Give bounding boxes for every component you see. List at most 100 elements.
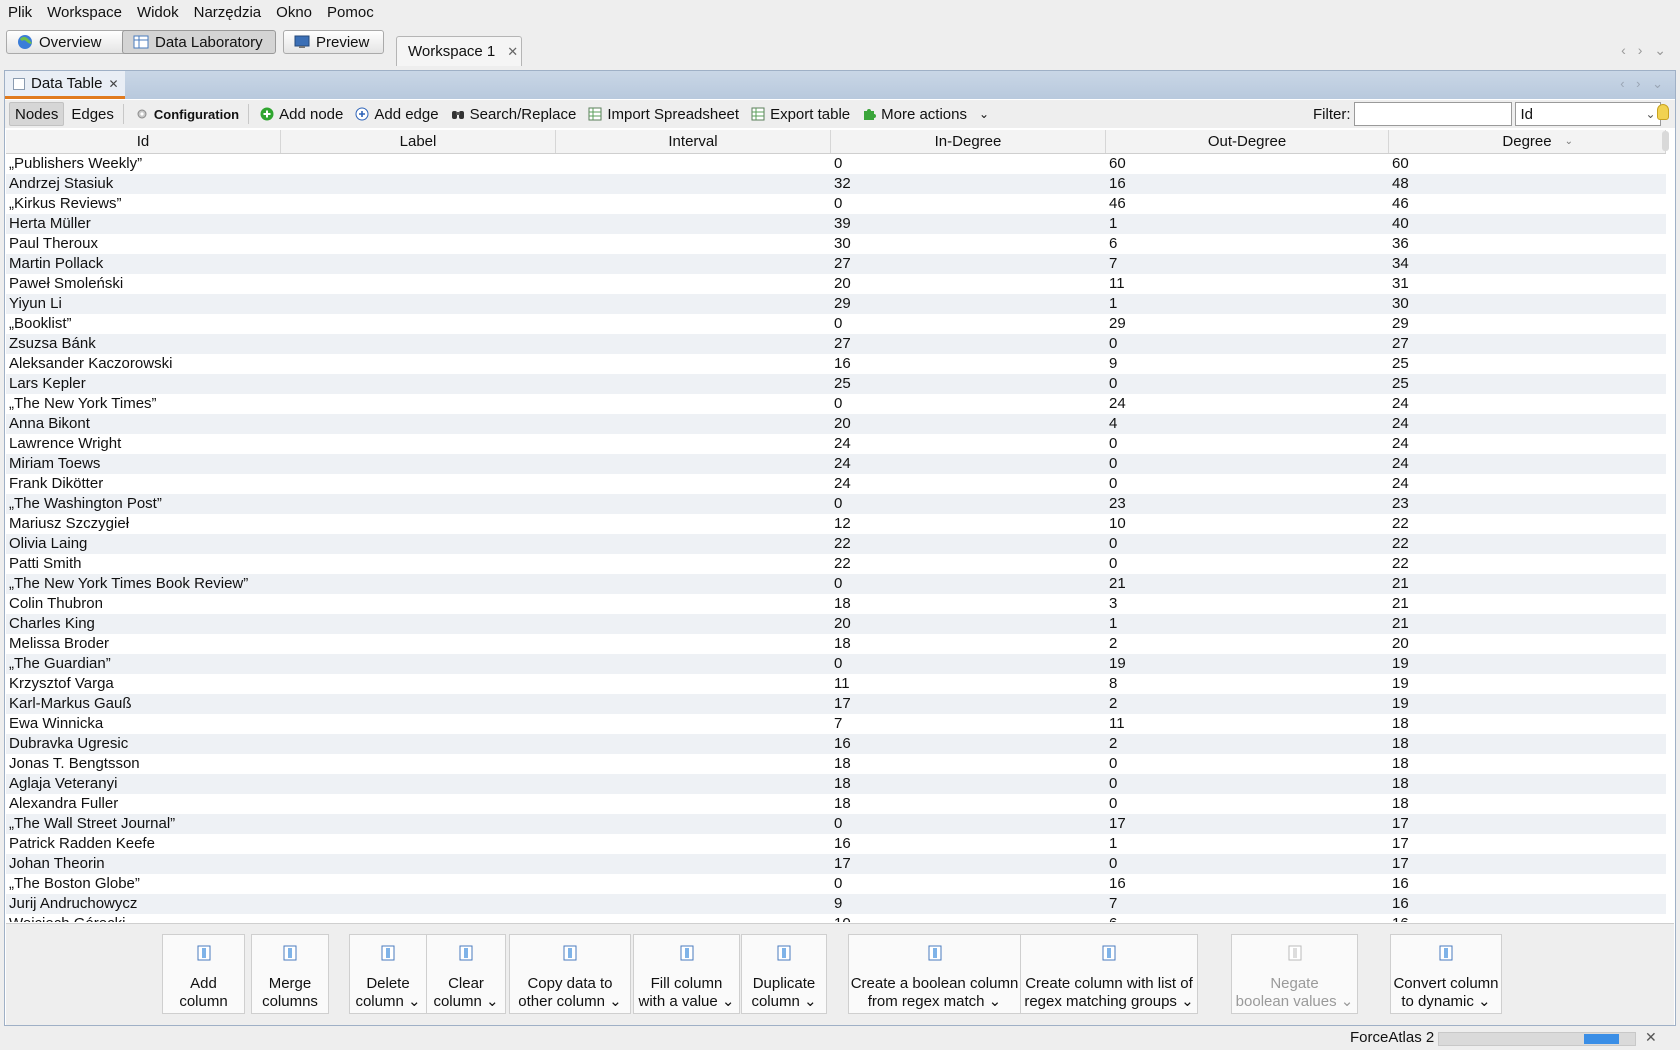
table-cell[interactable]: 24 bbox=[1389, 414, 1666, 434]
table-cell[interactable] bbox=[556, 794, 831, 814]
table-cell[interactable]: Johan Theorin bbox=[6, 854, 281, 874]
table-cell[interactable]: 17 bbox=[831, 694, 1106, 714]
table-cell[interactable]: 16 bbox=[831, 354, 1106, 374]
table-cell[interactable]: 0 bbox=[1106, 794, 1389, 814]
table-cell[interactable] bbox=[281, 574, 556, 594]
table-cell[interactable] bbox=[556, 754, 831, 774]
table-cell[interactable]: 0 bbox=[1106, 854, 1389, 874]
window-nav-arrows[interactable]: ‹ › ⌄ bbox=[1620, 76, 1667, 92]
table-cell[interactable] bbox=[281, 474, 556, 494]
table-cell[interactable]: „The Boston Globe” bbox=[6, 874, 281, 894]
table-cell[interactable]: 32 bbox=[831, 174, 1106, 194]
table-row[interactable]: Aleksander Kaczorowski 16 9 25 bbox=[6, 354, 1666, 374]
table-cell[interactable] bbox=[281, 754, 556, 774]
menu-widok[interactable]: Widok bbox=[137, 4, 179, 21]
table-row[interactable]: „Kirkus Reviews” 0 46 46 bbox=[6, 194, 1666, 214]
table-cell[interactable] bbox=[281, 534, 556, 554]
table-cell[interactable] bbox=[281, 314, 556, 334]
table-row[interactable]: Patti Smith 22 0 22 bbox=[6, 554, 1666, 574]
menu-plik[interactable]: Plik bbox=[8, 4, 32, 21]
table-cell[interactable]: Martin Pollack bbox=[6, 254, 281, 274]
table-cell[interactable]: Aglaja Veteranyi bbox=[6, 774, 281, 794]
tab-nav-arrows[interactable]: ‹ › ⌄ bbox=[1621, 42, 1670, 59]
table-cell[interactable]: 0 bbox=[831, 494, 1106, 514]
column-action-button[interactable]: Fill column with a value ⌄ bbox=[633, 934, 740, 1014]
lightbulb-icon[interactable] bbox=[1657, 104, 1669, 120]
table-cell[interactable] bbox=[556, 434, 831, 454]
menu-narzedzia[interactable]: Narzędzia bbox=[194, 4, 262, 21]
close-icon[interactable]: ✕ bbox=[108, 77, 118, 91]
table-cell[interactable]: 21 bbox=[1106, 574, 1389, 594]
table-cell[interactable]: 18 bbox=[831, 794, 1106, 814]
table-cell[interactable] bbox=[281, 374, 556, 394]
table-cell[interactable]: 17 bbox=[1389, 834, 1666, 854]
table-row[interactable]: Dubravka Ugresic 16 2 18 bbox=[6, 734, 1666, 754]
table-cell[interactable] bbox=[556, 514, 831, 534]
data-laboratory-button[interactable]: Data Laboratory bbox=[122, 30, 276, 54]
table-cell[interactable]: 25 bbox=[1389, 374, 1666, 394]
column-action-button[interactable]: Duplicate column ⌄ bbox=[741, 934, 827, 1014]
table-cell[interactable]: 46 bbox=[1389, 194, 1666, 214]
table-row[interactable]: „The Wall Street Journal” 0 17 17 bbox=[6, 814, 1666, 834]
table-cell[interactable] bbox=[281, 194, 556, 214]
table-row[interactable]: Herta Müller 39 1 40 bbox=[6, 214, 1666, 234]
table-cell[interactable]: 24 bbox=[1389, 474, 1666, 494]
table-cell[interactable]: 16 bbox=[1106, 174, 1389, 194]
table-cell[interactable]: 11 bbox=[831, 674, 1106, 694]
table-cell[interactable]: 60 bbox=[1389, 154, 1666, 174]
table-cell[interactable] bbox=[556, 654, 831, 674]
table-cell[interactable] bbox=[281, 714, 556, 734]
table-cell[interactable]: 39 bbox=[831, 214, 1106, 234]
table-cell[interactable]: 18 bbox=[1389, 794, 1666, 814]
table-cell[interactable]: 48 bbox=[1389, 174, 1666, 194]
table-cell[interactable] bbox=[281, 654, 556, 674]
table-row[interactable]: Frank Dikötter 24 0 24 bbox=[6, 474, 1666, 494]
close-icon[interactable]: ✕ bbox=[1645, 1029, 1657, 1046]
table-cell[interactable]: 16 bbox=[1106, 874, 1389, 894]
preview-button[interactable]: Preview bbox=[283, 30, 384, 54]
table-cell[interactable]: Dubravka Ugresic bbox=[6, 734, 281, 754]
table-cell[interactable]: 0 bbox=[1106, 434, 1389, 454]
table-cell[interactable] bbox=[281, 494, 556, 514]
table-cell[interactable]: 6 bbox=[1106, 234, 1389, 254]
table-cell[interactable] bbox=[556, 274, 831, 294]
table-cell[interactable]: 0 bbox=[1106, 334, 1389, 354]
table-cell[interactable]: Krzysztof Varga bbox=[6, 674, 281, 694]
table-cell[interactable] bbox=[556, 614, 831, 634]
table-cell[interactable] bbox=[281, 154, 556, 174]
table-cell[interactable]: Andrzej Stasiuk bbox=[6, 174, 281, 194]
table-cell[interactable] bbox=[281, 354, 556, 374]
table-cell[interactable]: 24 bbox=[831, 454, 1106, 474]
table-row[interactable]: „The New York Times” 0 24 24 bbox=[6, 394, 1666, 414]
table-row[interactable]: Melissa Broder 18 2 20 bbox=[6, 634, 1666, 654]
table-cell[interactable] bbox=[281, 234, 556, 254]
table-row[interactable]: Paweł Smoleński 20 11 31 bbox=[6, 274, 1666, 294]
table-row[interactable]: Lars Kepler 25 0 25 bbox=[6, 374, 1666, 394]
table-cell[interactable] bbox=[556, 234, 831, 254]
table-cell[interactable]: 7 bbox=[1106, 894, 1389, 914]
table-cell[interactable] bbox=[556, 394, 831, 414]
table-cell[interactable]: 0 bbox=[831, 314, 1106, 334]
table-cell[interactable]: 0 bbox=[1106, 454, 1389, 474]
column-header-in-degree[interactable]: In-Degree bbox=[831, 130, 1106, 153]
table-cell[interactable]: 0 bbox=[1106, 374, 1389, 394]
close-icon[interactable]: ✕ bbox=[507, 44, 518, 60]
table-cell[interactable]: Miriam Toews bbox=[6, 454, 281, 474]
search-replace-button[interactable]: Search/Replace bbox=[446, 102, 582, 126]
table-cell[interactable] bbox=[281, 274, 556, 294]
table-cell[interactable]: 18 bbox=[1389, 714, 1666, 734]
table-cell[interactable]: 20 bbox=[831, 414, 1106, 434]
table-cell[interactable]: 18 bbox=[831, 754, 1106, 774]
table-cell[interactable]: Melissa Broder bbox=[6, 634, 281, 654]
table-row[interactable]: „The New York Times Book Review” 0 21 21 bbox=[6, 574, 1666, 594]
table-cell[interactable]: 24 bbox=[831, 434, 1106, 454]
table-cell[interactable]: 16 bbox=[1389, 894, 1666, 914]
table-cell[interactable]: 23 bbox=[1389, 494, 1666, 514]
table-cell[interactable]: „Kirkus Reviews” bbox=[6, 194, 281, 214]
table-cell[interactable]: 9 bbox=[1106, 354, 1389, 374]
table-cell[interactable] bbox=[556, 674, 831, 694]
table-cell[interactable]: Patrick Radden Keefe bbox=[6, 834, 281, 854]
table-cell[interactable]: 1 bbox=[1106, 614, 1389, 634]
configuration-button[interactable]: Configuration bbox=[130, 102, 244, 126]
table-row[interactable]: Aglaja Veteranyi 18 0 18 bbox=[6, 774, 1666, 794]
